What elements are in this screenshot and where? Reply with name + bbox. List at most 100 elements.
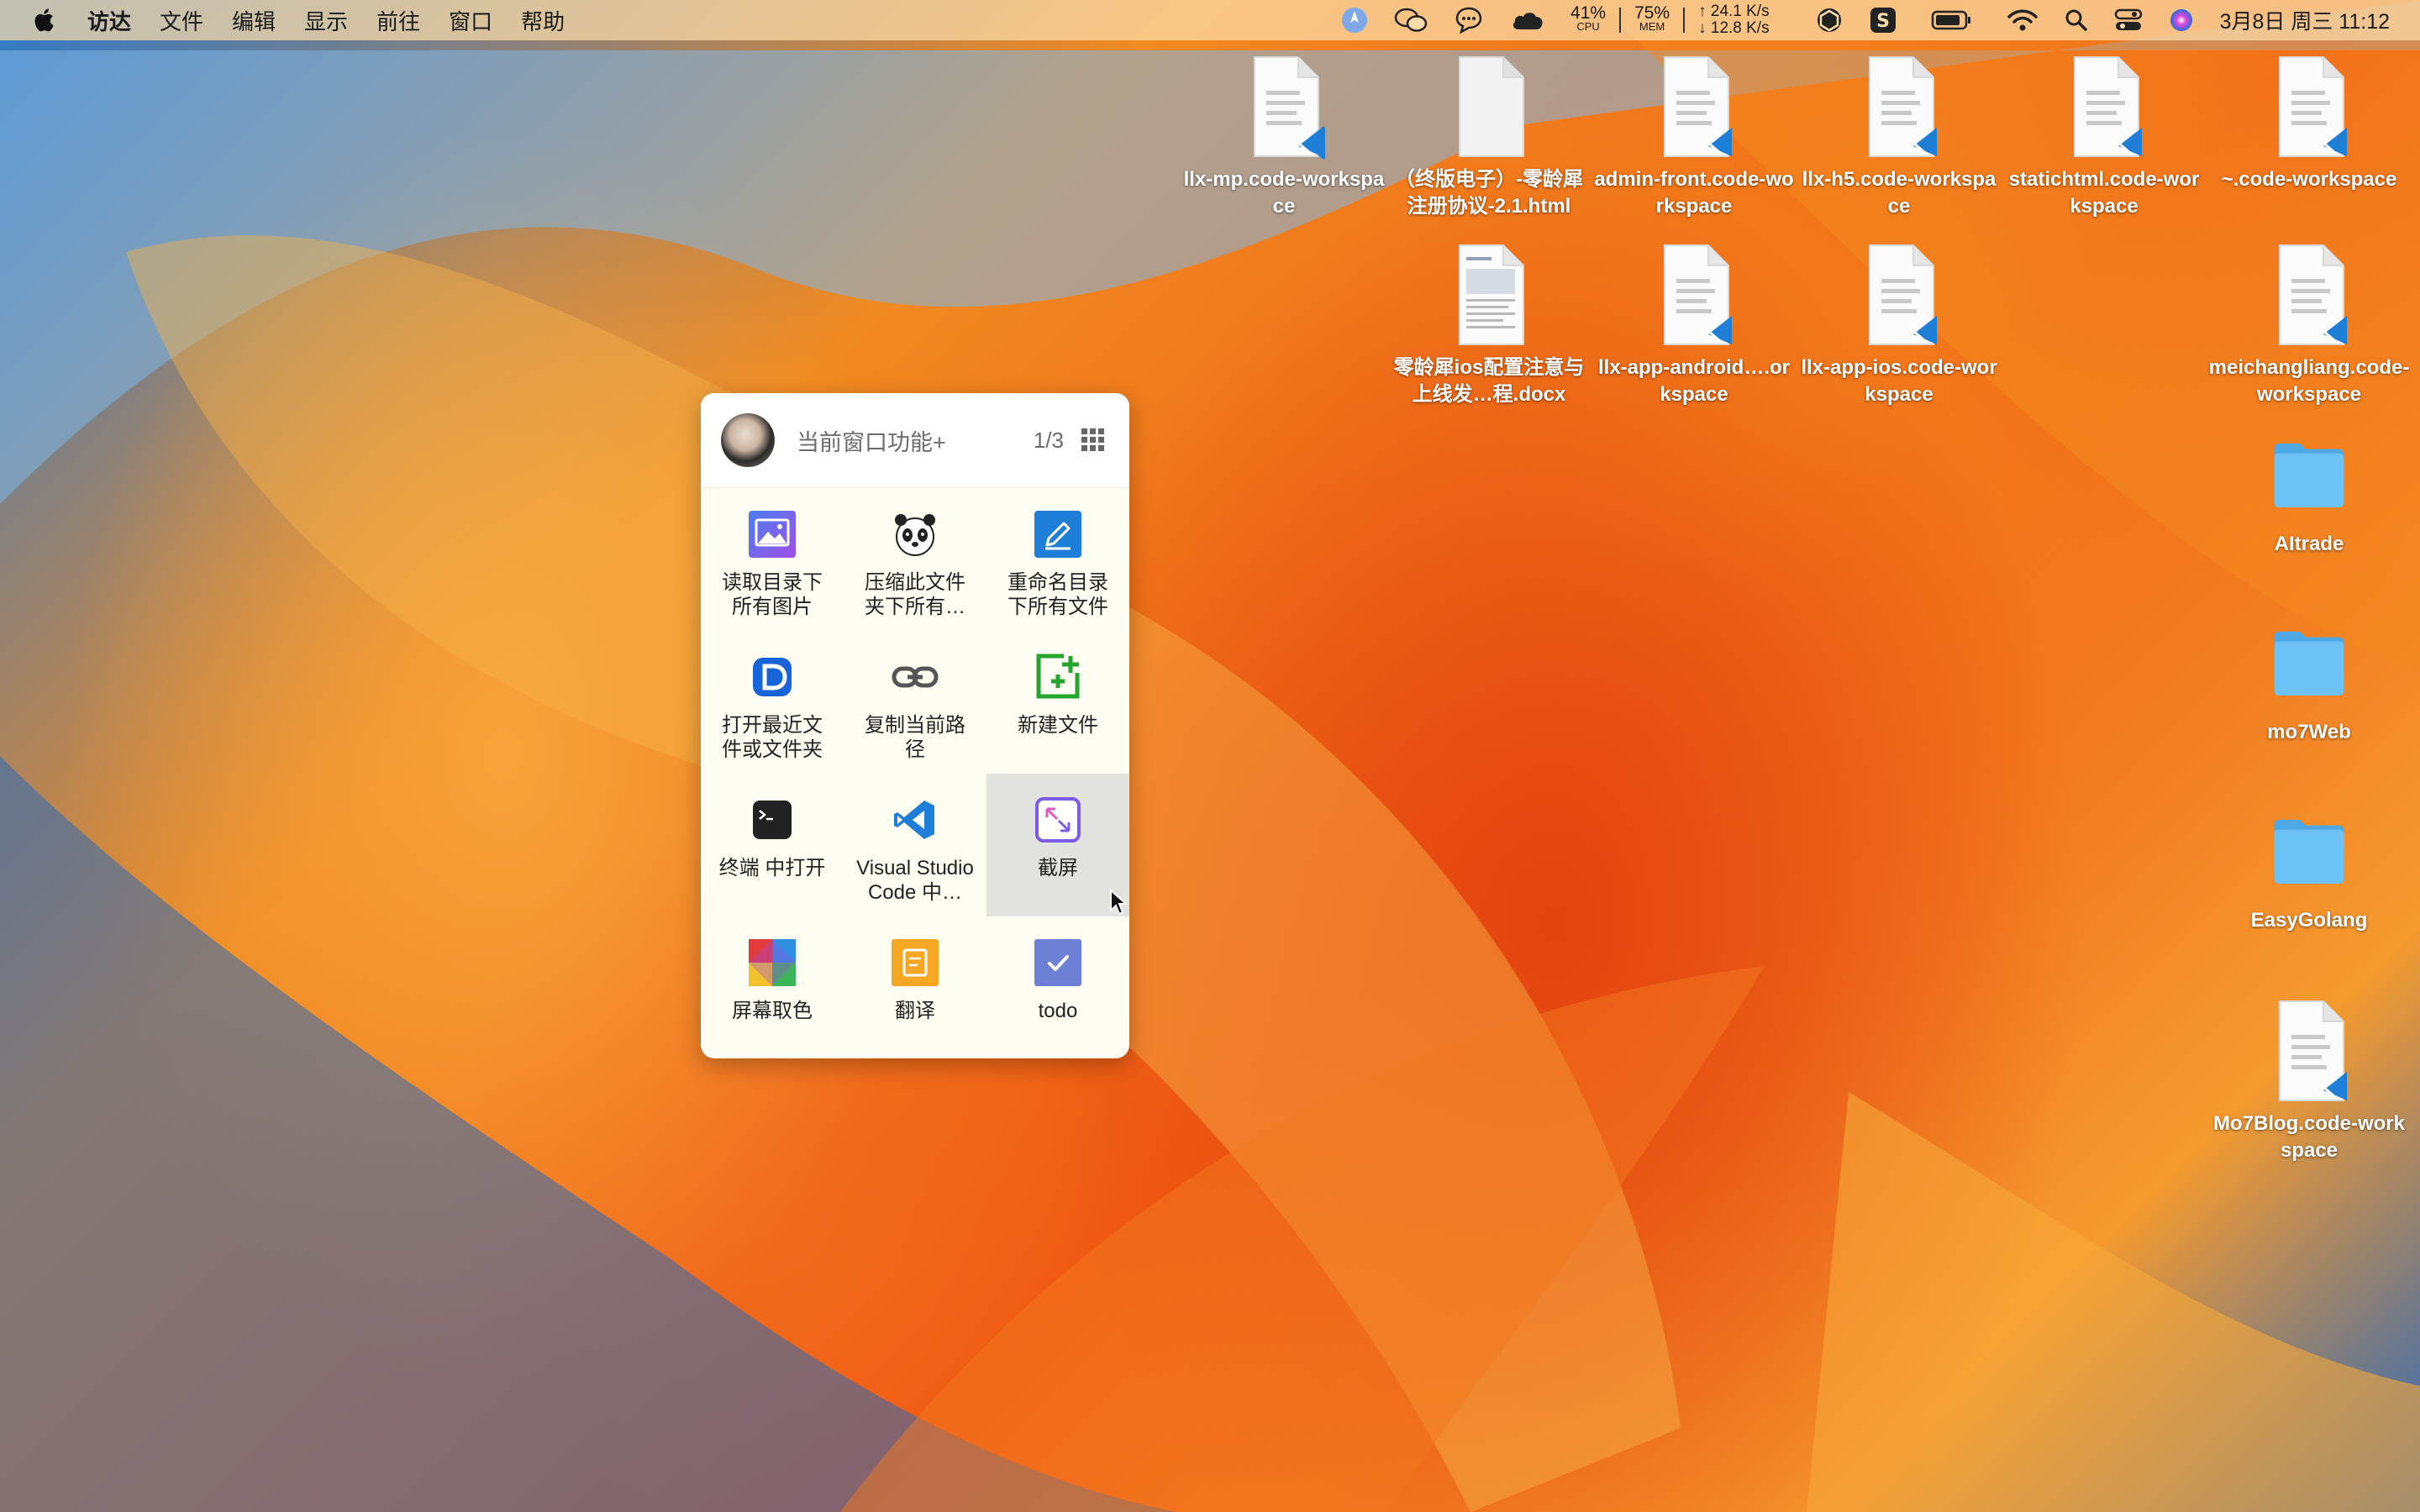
desktop-icon-label: llx-app-android….orkspace [1598,356,1790,406]
action-read-images[interactable]: 读取目录下所有图片 [701,488,844,631]
panda-icon [895,514,935,556]
desktop-icon-label: llx-h5.code-workspace [1802,168,1996,218]
desktop-icon-mo7blog[interactable]: Mo7Blog.code-workspace [2208,996,2410,1164]
wallpaper-shapes [0,0,2420,1512]
desktop-icon-label: EasyGolang [2250,909,2368,932]
desktop-icon-label: mo7Web [2267,721,2351,743]
net-up: ↑ 24.1 K/s [1698,3,1770,20]
action-rename-files[interactable]: 重命名目录下所有文件 [986,488,1129,631]
desktop-icon-home-workspace[interactable]: ~.code-workspace [2208,52,2410,193]
action-label: 复制当前路径 [865,714,965,761]
siri-icon[interactable] [2168,7,2195,34]
rocket-app-icon[interactable] [1340,6,1369,34]
recent-d-icon [753,658,792,696]
panel-title[interactable]: 当前窗口功能+ [797,424,1034,457]
desktop-icon-ios-docx[interactable]: 零龄犀ios配置注意与上线发…程.docx [1388,240,1590,408]
action-label: 终端 中打开 [718,857,826,879]
vscode-file-icon [1664,56,1732,157]
link-icon [892,666,939,688]
action-label: 翻译 [895,1000,935,1022]
action-label: 截屏 [1038,857,1078,879]
network-monitor[interactable]: ↑ 24.1 K/s ↓ 12.8 K/s [1698,3,1770,37]
desktop-icon-label: ~.code-workspace [2221,168,2397,191]
desktop-icon-meichangliang[interactable]: meichangliang.code-workspace [2208,240,2410,408]
docx-file-icon [1459,244,1524,345]
desktop-icon-llx-h5[interactable]: llx-h5.code-workspace [1798,52,2000,220]
vscode-file-icon [2279,56,2347,157]
vscode-file-icon [1869,56,1937,157]
desktop-icon-easygolang[interactable]: EasyGolang [2208,810,2410,934]
control-center-icon[interactable] [2114,8,2143,33]
unity-icon[interactable] [1815,6,1844,34]
wifi-icon[interactable] [2007,8,2039,33]
image-gallery-icon [749,511,796,558]
s-app-icon[interactable]: S [1869,6,1897,34]
status-separator [1619,8,1622,33]
action-translate[interactable]: 翻译 [844,916,986,1058]
action-label: 重命名目录下所有文件 [1007,571,1108,618]
desktop-icon-statichtml[interactable]: statichtml.code-workspace [2003,52,2205,220]
desktop-icon-agreement-html[interactable]: （终版电子）-零龄犀注册协议-2.1.html [1388,52,1590,220]
battery-icon[interactable] [1931,9,1973,31]
action-copy-path[interactable]: 复制当前路径 [844,631,986,774]
status-separator [1683,8,1686,33]
action-label: 打开最近文件或文件夹 [722,714,823,761]
menu-go[interactable]: 前往 [376,5,420,36]
menu-view[interactable]: 显示 [304,5,348,36]
mem-monitor[interactable]: 75% MEM [1634,3,1670,34]
vscode-file-icon [1664,244,1732,345]
spotlight-search-icon[interactable] [2064,8,2089,33]
desktop-icon-llx-app-android[interactable]: llx-app-android….orkspace [1593,240,1795,408]
net-down: ↓ 12.8 K/s [1698,19,1770,37]
translate-icon [892,939,939,986]
action-color-picker[interactable]: 屏幕取色 [701,916,844,1058]
vscode-file-icon [1869,244,1937,345]
clock[interactable]: 3月8日 周三 11:12 [2220,5,2390,35]
pencil-edit-icon [1034,511,1081,558]
action-label: 新建文件 [1018,714,1098,737]
desktop-icon-label: llx-app-ios.code-workspace [1801,356,1997,406]
action-label: 读取目录下所有图片 [722,571,823,618]
action-label: 屏幕取色 [732,1000,813,1022]
action-label: 压缩此文件夹下所有… [865,571,965,618]
menu-window[interactable]: 窗口 [449,5,492,36]
desktop-icon-label: admin-front.code-workspace [1594,168,1794,218]
cloud-icon[interactable] [1510,8,1545,33]
menu-edit[interactable]: 编辑 [232,5,276,36]
chat-bubble-icon[interactable] [1453,6,1485,34]
avatar[interactable] [721,413,775,467]
vscode-file-icon [1254,56,1325,160]
menu-file[interactable]: 文件 [160,5,203,36]
action-compress-folder[interactable]: 压缩此文件夹下所有… [844,488,986,631]
wechat-icon[interactable] [1394,6,1428,34]
action-new-file[interactable]: 新建文件 [986,631,1129,774]
menu-finder[interactable]: 访达 [87,5,131,36]
vscode-file-icon [2279,244,2347,345]
quick-actions-panel: 当前窗口功能+ 1/3 读取目录下所有图片 压缩此文件夹下所有… 重命名目录下所… [701,393,1129,1058]
action-label: Visual Studio Code 中… [856,857,974,904]
menu-help[interactable]: 帮助 [521,5,565,36]
mem-label: MEM [1639,20,1665,33]
desktop-icon-label: （终版电子）-零龄犀注册协议-2.1.html [1395,168,1583,218]
cpu-value: 41% [1570,3,1607,23]
vscode-file-icon [2279,1000,2347,1101]
mem-value: 75% [1634,3,1670,23]
action-screenshot[interactable]: 截屏 [986,774,1129,916]
action-label: todo [1038,1000,1078,1022]
desktop-icon-aitrade[interactable]: AItrade [2208,433,2410,558]
vscode-file-icon [2074,56,2142,157]
desktop-icon-llx-app-ios[interactable]: llx-app-ios.code-workspace [1798,240,2000,408]
cpu-monitor[interactable]: 41% CPU [1570,3,1607,34]
desktop-icon-llx-mp[interactable]: llx-mp.code-workspace [1183,52,1385,220]
action-open-terminal[interactable]: 终端 中打开 [701,774,844,916]
action-open-vscode[interactable]: Visual Studio Code 中… [844,774,986,916]
action-open-recent[interactable]: 打开最近文件或文件夹 [701,631,844,774]
color-picker-icon [749,939,796,986]
action-todo[interactable]: todo [986,916,1129,1058]
apple-logo-icon[interactable] [32,7,59,34]
terminal-icon [753,801,792,839]
grid-menu-icon[interactable] [1081,428,1106,453]
desktop-icon-mo7web[interactable]: mo7Web [2208,622,2410,746]
desktop-icon-admin-front[interactable]: admin-front.code-workspace [1593,52,1795,220]
desktop-icon-label: meichangliang.code-workspace [2208,356,2410,406]
